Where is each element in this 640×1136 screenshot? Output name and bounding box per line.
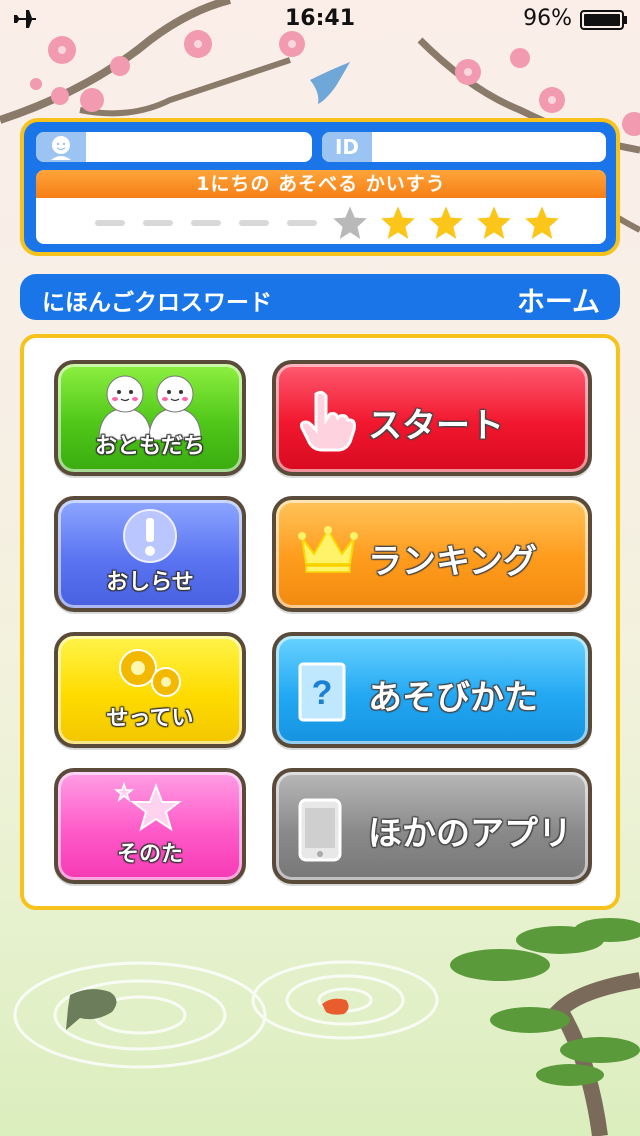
filled-star-icon [474,203,514,242]
smartphone-icon [298,798,342,862]
status-bar: 16:41 96% [0,0,640,40]
other-apps-label: ほかのアプリ [368,814,572,854]
used-play-dash [239,220,269,226]
exclamation-icon [123,509,177,563]
friends-label: おともだち [94,434,205,459]
used-play-dash [95,220,125,226]
question-card-icon: ? [298,662,346,722]
pointing-hand-icon [300,390,356,452]
ranking-button[interactable]: ランキング [272,496,592,612]
used-play-dash [143,220,173,226]
gears-icon [119,649,181,697]
used-play-dash [191,220,221,226]
friends-button[interactable]: おともだち [54,360,246,476]
battery-percent: 96% [523,6,572,31]
filled-star-icon [522,203,562,242]
news-label: おしらせ [106,570,194,595]
start-label: スタート [368,406,504,446]
other-label: そのた [116,842,183,867]
start-button[interactable]: スタート [272,360,592,476]
player-name-field[interactable] [36,132,312,162]
player-id-field[interactable]: ID [322,132,606,162]
settings-button[interactable]: せってい [54,632,246,748]
main-menu-panel: おともだち スタート おしらせ ランキング せってい ? あそびかた そのた ほ… [20,334,620,910]
profile-card: ID 1にちの あそべる かいすう [20,118,620,256]
home-label: ホーム [516,285,600,318]
id-tag: ID [322,132,372,162]
how-to-play-label: あそびかた [368,678,538,718]
svg-text:?: ? [312,674,333,712]
crown-icon [298,526,358,573]
user-avatar-tag [36,132,86,162]
app-title: にほんごクロスワード [42,290,272,316]
ranking-label: ランキング [368,542,537,582]
daily-plays-title: 1にちの あそべる かいすう [36,170,606,198]
id-tag-label: ID [334,135,360,159]
filled-star-icon [378,203,418,242]
stars-icon [113,781,182,832]
title-bar: にほんごクロスワード ホーム [20,274,620,320]
battery-icon [580,10,627,30]
daily-plays-box: 1にちの あそべる かいすう [36,170,606,244]
daily-plays-meter [86,203,566,243]
settings-label: せってい [106,706,194,731]
empty-star-icon [330,203,370,242]
user-face-icon [51,136,71,160]
news-button[interactable]: おしらせ [54,496,246,612]
other-button[interactable]: そのた [54,768,246,884]
filled-star-icon [426,203,466,242]
used-play-dash [287,220,317,226]
how-to-play-button[interactable]: ? あそびかた [272,632,592,748]
other-apps-button[interactable]: ほかのアプリ [272,768,592,884]
